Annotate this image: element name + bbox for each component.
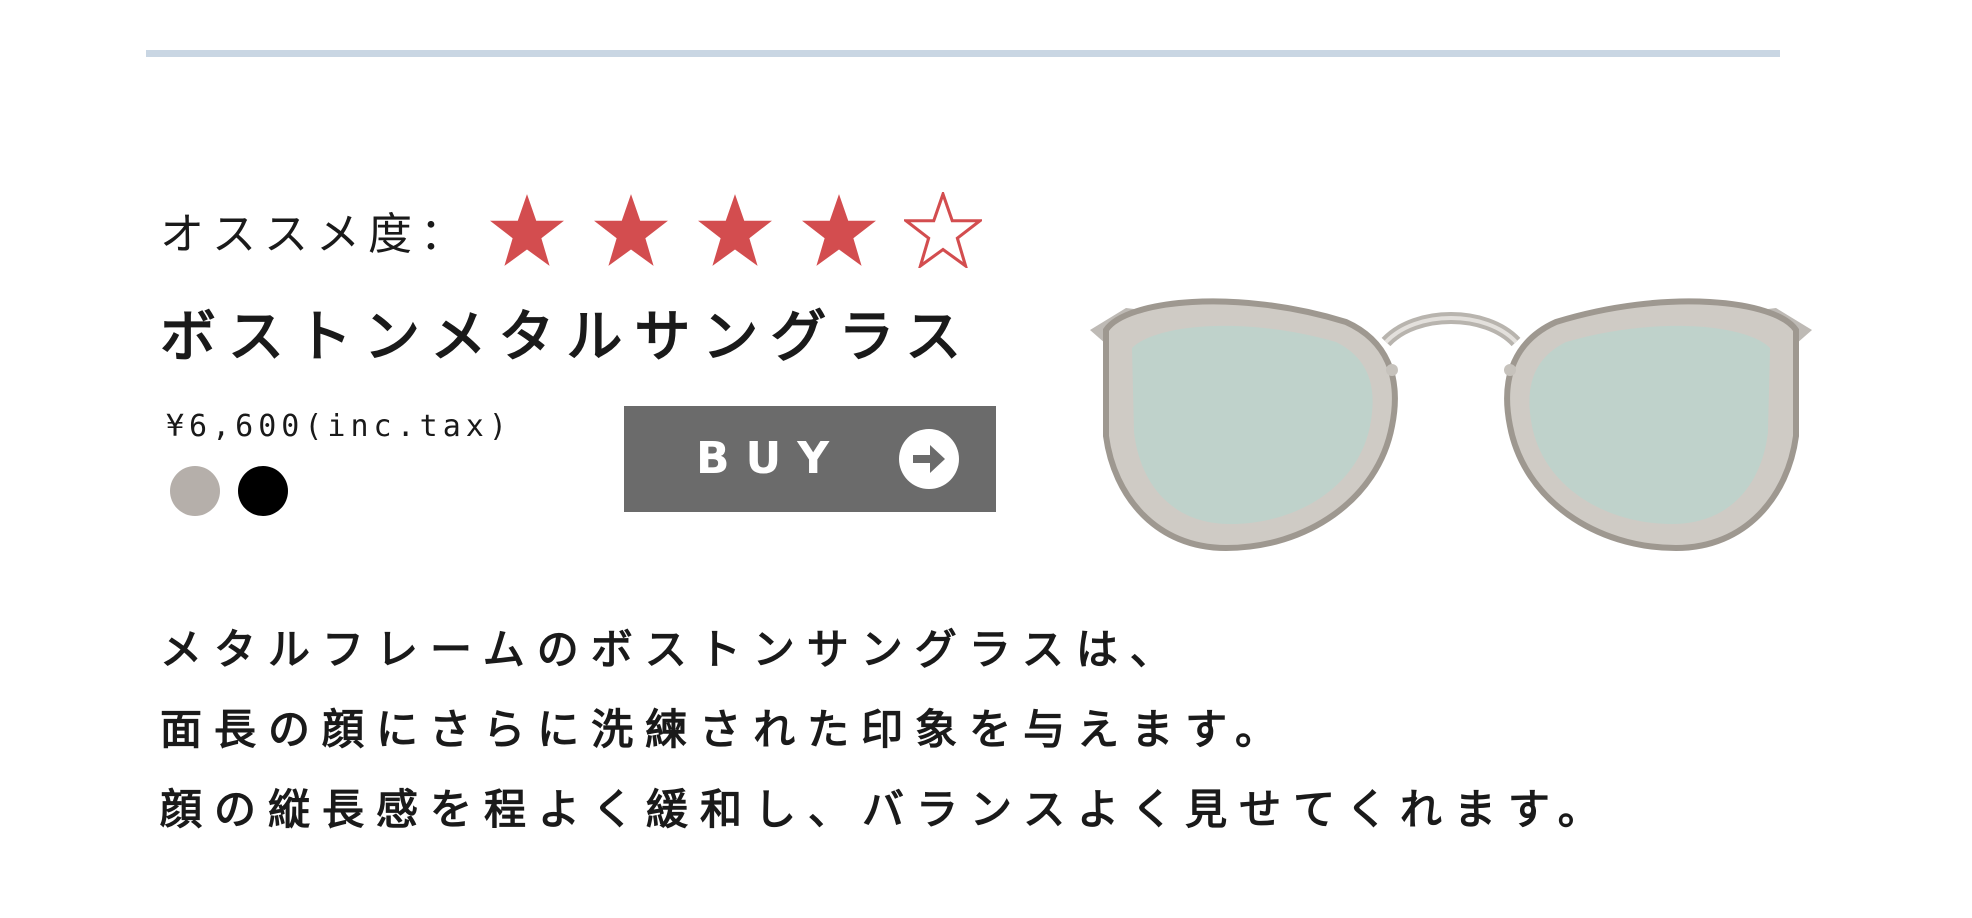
top-divider <box>146 50 1780 57</box>
star-filled-icon <box>594 194 668 266</box>
color-swatch[interactable] <box>170 466 220 516</box>
rating-label: オススメ度： <box>160 209 472 260</box>
product-description: メタルフレームのボストンサングラスは、 面長の顔にさらに洗練された印象を与えます… <box>160 610 1612 850</box>
arrow-right-circle-icon <box>899 429 959 489</box>
description-line: 顔の縦長感を程よく緩和し、バランスよく見せてくれます。 <box>160 785 1612 834</box>
color-swatches <box>170 466 288 516</box>
color-swatch[interactable] <box>238 466 288 516</box>
buy-button-label: BUY <box>696 433 846 484</box>
product-name: ボストンメタルサングラス <box>160 305 974 370</box>
rating-stars <box>488 192 982 268</box>
recommendation-rating: オススメ度： <box>160 188 982 272</box>
product-price: ¥6,600(inc.tax) <box>166 409 512 444</box>
star-filled-icon <box>490 194 564 266</box>
buy-button[interactable]: BUY <box>624 406 996 512</box>
description-line: メタルフレームのボストンサングラスは、 <box>160 625 1184 674</box>
boston-sunglasses-image <box>1090 298 1812 552</box>
star-filled-icon <box>802 194 876 266</box>
description-line: 面長の顔にさらに洗練された印象を与えます。 <box>160 705 1289 754</box>
star-filled-icon <box>698 194 772 266</box>
star-empty-icon <box>904 192 982 268</box>
